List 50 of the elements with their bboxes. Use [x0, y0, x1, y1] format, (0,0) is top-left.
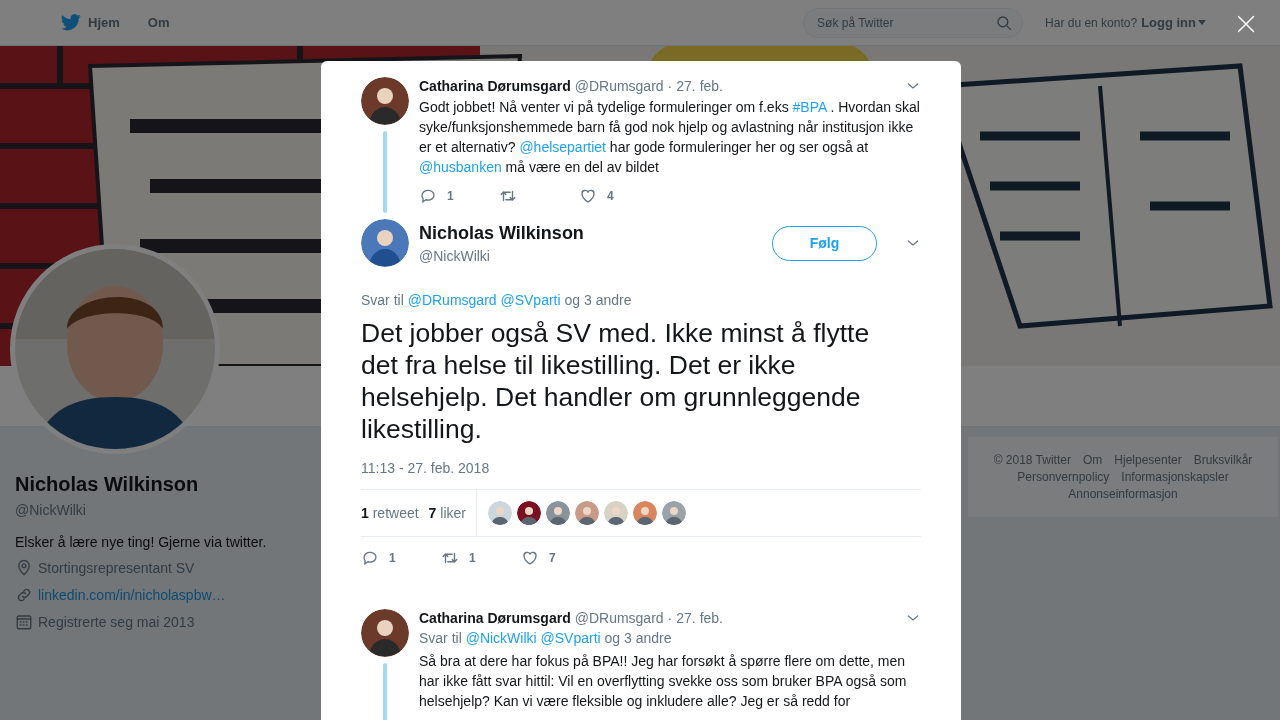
avatar[interactable] [516, 501, 541, 525]
avatar[interactable] [632, 501, 657, 525]
tweet-timestamp: 11:13 - 27. feb. 2018 [361, 460, 491, 476]
avatar [361, 609, 409, 657]
author-handle: @DRumsgard [574, 610, 664, 626]
bird-icon [60, 13, 82, 32]
footer-link[interactable]: © 2018 Twitter [993, 453, 1071, 467]
close-button[interactable] [1236, 14, 1256, 34]
like-button[interactable]: 7 [521, 549, 601, 567]
login-link[interactable]: Logg inn [1141, 15, 1206, 30]
search-icon [995, 13, 1014, 32]
reply-context: Svar til @NickWilki @SVparti og 3 andre [419, 630, 673, 646]
stat-link[interactable]: 1 retweet [361, 505, 419, 521]
avatar[interactable] [574, 501, 599, 525]
avatar[interactable] [603, 501, 628, 525]
separator-dot: · [667, 610, 673, 626]
avatar[interactable] [487, 501, 512, 525]
profile-detail: Stortingsrepresentant SV [38, 560, 195, 576]
tweet-date: 27. feb. [676, 610, 723, 626]
nav-link[interactable]: Hjem [60, 13, 120, 32]
profile-name: Nicholas Wilkinson [15, 473, 200, 496]
profile-handle: @NickWilki [15, 502, 87, 518]
calendar-icon [15, 613, 33, 631]
footer-link[interactable]: Personvernpolicy [1017, 470, 1110, 484]
avatar[interactable] [545, 501, 570, 525]
search-field[interactable]: Søk på Twitter [803, 7, 1024, 38]
retweet-button[interactable]: 1 [441, 549, 521, 567]
account-prompt: Har du en konto? [1045, 15, 1138, 30]
heart-icon [521, 549, 539, 567]
close-icon [1236, 14, 1256, 34]
link[interactable]: @SVparti [540, 630, 601, 646]
author-name: Catharina Dørumsgard [419, 610, 571, 626]
reply-icon [361, 549, 379, 567]
footer-link[interactable]: Informasjonskapsler [1121, 470, 1229, 484]
avatar[interactable] [661, 501, 686, 525]
website-link[interactable]: linkedin.com/in/nicholaspbw… [38, 587, 226, 603]
profile-bio: Elsker å lære nye ting! Gjerne via twitter. [15, 534, 268, 550]
nav-link[interactable]: Om [147, 15, 170, 30]
footer-link[interactable]: Om [1082, 453, 1103, 467]
link-icon [15, 586, 33, 604]
footer-link[interactable]: Hjelpesenter [1114, 453, 1182, 467]
footer-link[interactable]: Bruksvilkår [1193, 453, 1253, 467]
footer-link[interactable]: Annonseinformasjon [1068, 487, 1178, 501]
reply-button[interactable]: 1 [361, 549, 441, 567]
location-pin-icon [15, 559, 33, 577]
profile-detail: Registrerte seg mai 2013 [38, 614, 195, 630]
stat-link[interactable]: 7 liker [428, 505, 466, 521]
tweet-text: Så bra at dere har fokus på BPA!! Jeg har forsøkt å spørre flere om dette, men har ikke fått svar hittil: Vil en overflytting svekke oss som bruker BPA også som helsehjelp? Kan vi være fleksible og inkludere alle? Jeg er så redd for [419, 652, 908, 711]
link[interactable]: @NickWilki [465, 630, 537, 646]
caret-icon [1198, 20, 1206, 25]
